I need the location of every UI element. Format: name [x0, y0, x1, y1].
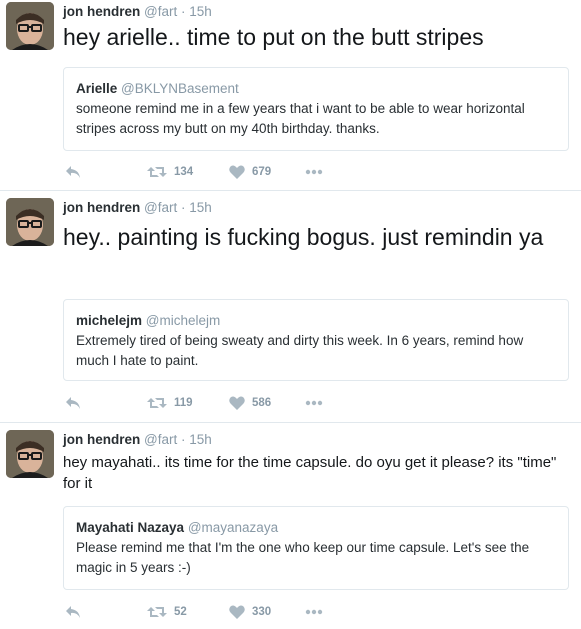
tweet: jon hendren @fart · 15h hey arielle.. ti…	[0, 0, 581, 191]
retweet-button[interactable]: 52	[147, 602, 187, 622]
reply-button[interactable]	[65, 393, 81, 413]
tweet-header: jon hendren @fart · 15h	[63, 200, 212, 216]
quoted-tweet-text: someone remind me in a few years that i …	[76, 101, 525, 136]
heart-icon	[229, 165, 245, 179]
more-icon	[305, 400, 323, 406]
retweet-count: 52	[174, 606, 187, 618]
tweet-actions: 134 679	[63, 162, 363, 182]
quoted-tweet-header: michelejm @michelejm	[76, 312, 556, 329]
quoted-author-name: Mayahati Nazaya	[76, 520, 185, 535]
tweet-text: hey arielle.. time to put on the butt st…	[63, 24, 484, 50]
separator: ·	[181, 200, 186, 215]
tweet-actions: 52 330	[63, 602, 363, 622]
heart-icon	[229, 605, 245, 619]
retweet-icon	[147, 605, 167, 619]
quoted-tweet[interactable]: Arielle @BKLYNBasement someone remind me…	[63, 67, 569, 151]
heart-icon	[229, 396, 245, 410]
quoted-author-handle: @michelejm	[145, 313, 221, 328]
more-icon	[305, 169, 323, 175]
avatar[interactable]	[6, 198, 54, 246]
quoted-author-handle: @BKLYNBasement	[121, 81, 239, 96]
quoted-tweet-header: Mayahati Nazaya @mayanazaya	[76, 519, 556, 536]
timeline: jon hendren @fart · 15h hey arielle.. ti…	[0, 0, 581, 629]
tweet-header: jon hendren @fart · 15h	[63, 4, 212, 20]
author-handle[interactable]: @fart	[144, 200, 177, 215]
quoted-tweet-text: Please remind me that I'm the one who ke…	[76, 540, 530, 575]
separator: ·	[181, 432, 186, 447]
like-count: 679	[252, 166, 272, 178]
reply-icon	[65, 605, 81, 619]
separator: ·	[181, 4, 186, 19]
quoted-tweet[interactable]: Mayahati Nazaya @mayanazaya Please remin…	[63, 506, 569, 590]
retweet-button[interactable]: 119	[147, 393, 193, 413]
retweet-count: 119	[174, 397, 193, 409]
like-count: 586	[252, 397, 272, 409]
author-handle[interactable]: @fart	[144, 432, 177, 447]
quoted-author-name: michelejm	[76, 313, 143, 328]
reply-icon	[65, 396, 81, 410]
like-button[interactable]: 586	[229, 393, 271, 413]
quoted-tweet-text: Extremely tired of being sweaty and dirt…	[76, 333, 524, 368]
timestamp[interactable]: 15h	[189, 200, 212, 215]
more-icon	[305, 609, 323, 615]
tweet-text: hey mayahati.. its time for the time cap…	[63, 454, 557, 492]
tweet-text: hey.. painting is fucking bogus. just re…	[63, 224, 544, 250]
like-button[interactable]: 330	[229, 602, 271, 622]
retweet-icon	[147, 165, 167, 179]
more-button[interactable]	[305, 162, 323, 182]
tweet-actions: 119 586	[63, 393, 363, 413]
author-name[interactable]: jon hendren	[63, 432, 140, 447]
tweet: jon hendren @fart · 15h hey mayahati.. i…	[0, 428, 581, 629]
more-button[interactable]	[305, 393, 323, 413]
retweet-count: 134	[174, 166, 194, 178]
avatar[interactable]	[6, 430, 54, 478]
more-button[interactable]	[305, 602, 323, 622]
tweet: jon hendren @fart · 15h hey.. painting i…	[0, 196, 581, 423]
quoted-author-handle: @mayanazaya	[187, 520, 279, 535]
quoted-tweet-header: Arielle @BKLYNBasement	[76, 80, 556, 97]
tweet-header: jon hendren @fart · 15h	[63, 432, 212, 448]
like-button[interactable]: 679	[229, 162, 271, 182]
author-name[interactable]: jon hendren	[63, 4, 140, 19]
author-name[interactable]: jon hendren	[63, 200, 140, 215]
timestamp[interactable]: 15h	[189, 4, 212, 19]
retweet-button[interactable]: 134	[147, 162, 193, 182]
avatar[interactable]	[6, 2, 54, 50]
timestamp[interactable]: 15h	[189, 432, 212, 447]
reply-icon	[65, 165, 81, 179]
quoted-author-name: Arielle	[76, 81, 118, 96]
like-count: 330	[252, 606, 272, 618]
quoted-tweet[interactable]: michelejm @michelejm Extremely tired of …	[63, 299, 569, 381]
retweet-icon	[147, 396, 167, 410]
author-handle[interactable]: @fart	[144, 4, 177, 19]
reply-button[interactable]	[65, 602, 81, 622]
reply-button[interactable]	[65, 162, 81, 182]
